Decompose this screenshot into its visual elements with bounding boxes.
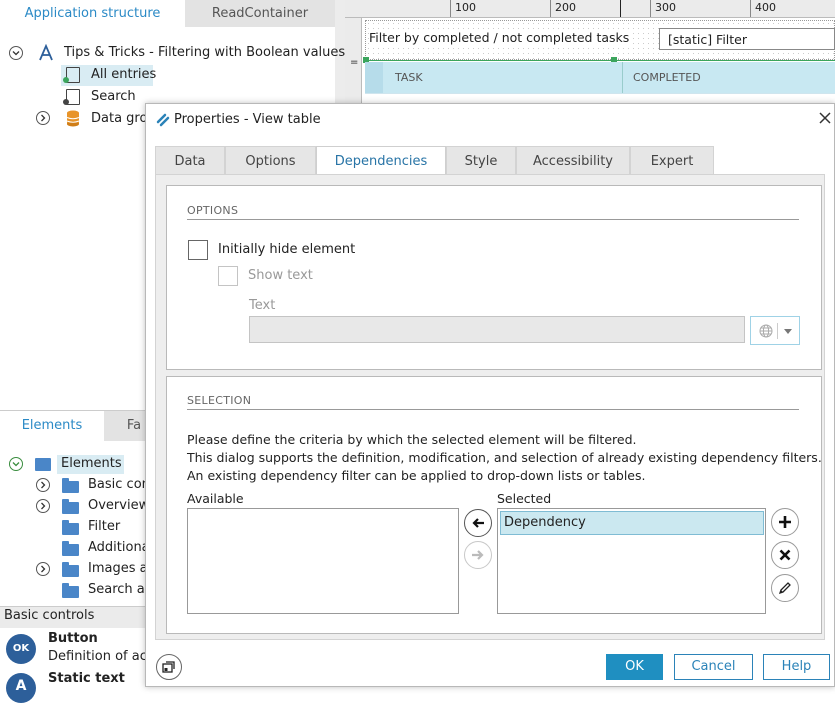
elements-root-label[interactable]: Elements [61,453,122,475]
tree-item-all-entries[interactable]: All entries [91,64,156,86]
window-icon-button[interactable] [156,654,182,680]
ruler-label: 300 [655,1,676,14]
static-text-control-icon: A [6,673,36,703]
expand-icon[interactable] [36,478,50,492]
tab-content-frame: OPTIONS Initially hide element Show text… [155,174,825,640]
selection-line [366,60,835,61]
button-control-icon: OK [6,634,36,664]
tree-item-search[interactable]: Search [91,86,136,108]
page-icon [63,89,80,105]
edit-dependency-button[interactable] [771,574,799,602]
options-title: OPTIONS [187,204,239,217]
elements-item[interactable]: Search an [88,579,153,601]
app-icon [37,43,55,62]
options-section: OPTIONS Initially hide element Show text… [166,185,822,370]
selected-label: Selected [497,491,552,506]
ruler-label: 400 [755,1,776,14]
tab-application-structure[interactable]: Application structure [0,0,185,27]
selection-section: SELECTION Please define the criteria by … [166,376,822,634]
tab-elements[interactable]: Elements [0,411,104,441]
initially-hide-label[interactable]: Initially hide element [218,242,355,257]
dialog-title: Properties - View table [174,112,321,127]
folder-icon [62,583,79,598]
expand-icon[interactable] [36,499,50,513]
selection-title: SELECTION [187,394,252,407]
folder-icon [62,478,79,493]
language-dropdown[interactable] [750,316,800,345]
chevron-down-icon [784,329,792,334]
initially-hide-checkbox[interactable] [188,240,208,260]
static-filter-field[interactable]: [static] Filter [659,28,835,50]
close-icon[interactable] [818,111,832,125]
available-list[interactable] [187,508,459,614]
control-name[interactable]: Button [48,631,98,646]
move-right-button[interactable] [464,541,492,569]
horizontal-ruler: 100 200 300 400 [345,0,835,18]
collapse-elements-icon[interactable] [9,457,23,471]
column-header-completed[interactable]: COMPLETED [633,71,701,84]
tree-root-label[interactable]: Tips & Tricks - Filtering with Boolean v… [64,42,345,64]
selected-list[interactable]: Dependency [497,508,766,614]
expand-icon[interactable] [36,111,50,125]
selection-description-line: An existing dependency filter can be app… [187,468,646,483]
globe-icon [759,324,773,338]
move-left-button[interactable] [464,509,492,537]
tab-data[interactable]: Data [155,146,225,175]
selection-description-line: Please define the criteria by which the … [187,432,637,447]
folder-icon [62,520,79,535]
folder-icon [62,562,79,577]
basic-controls-title: Basic controls [4,608,95,623]
elements-item[interactable]: Overview [88,495,149,517]
folder-icon [62,499,79,514]
list-item[interactable]: Dependency [500,511,764,535]
column-header-task[interactable]: TASK [395,71,423,84]
elements-box-icon [35,458,51,471]
control-name[interactable]: Static text [48,671,125,686]
elements-item[interactable]: Filter [88,516,120,538]
text-input[interactable] [249,316,745,343]
properties-dialog: Properties - View table Data Options Dep… [145,103,835,687]
tab-options[interactable]: Options [225,146,316,175]
cancel-button[interactable]: Cancel [674,654,753,680]
elements-item[interactable]: Additiona [88,537,150,559]
available-label: Available [187,491,244,506]
collapse-root-icon[interactable] [9,46,23,60]
filter-label[interactable]: Filter by completed / not completed task… [369,30,630,45]
dialog-app-icon [156,113,170,127]
tab-readcontainer[interactable]: ReadContainer [185,0,335,27]
control-desc: Definition of acti [48,649,156,664]
ruler-label: 100 [455,1,476,14]
folder-icon [62,541,79,556]
ok-button[interactable]: OK [606,654,663,680]
tab-accessibility[interactable]: Accessibility [516,146,630,175]
expand-icon[interactable] [36,562,50,576]
text-label: Text [249,298,276,313]
ruler-label: 200 [555,1,576,14]
ruler-marker: = [350,57,359,68]
add-dependency-button[interactable] [771,508,799,536]
page-icon [63,67,80,83]
selection-description-line: This dialog supports the definition, mod… [187,450,822,465]
tab-style[interactable]: Style [446,146,516,175]
header-gutter [365,62,383,93]
tab-dependencies[interactable]: Dependencies [316,146,446,175]
database-icon [66,110,80,127]
show-text-checkbox[interactable] [218,266,238,286]
help-button[interactable]: Help [763,654,830,680]
remove-dependency-button[interactable] [771,541,799,569]
table-header[interactable] [365,62,835,93]
show-text-label[interactable]: Show text [248,268,313,283]
tab-expert[interactable]: Expert [630,146,714,175]
